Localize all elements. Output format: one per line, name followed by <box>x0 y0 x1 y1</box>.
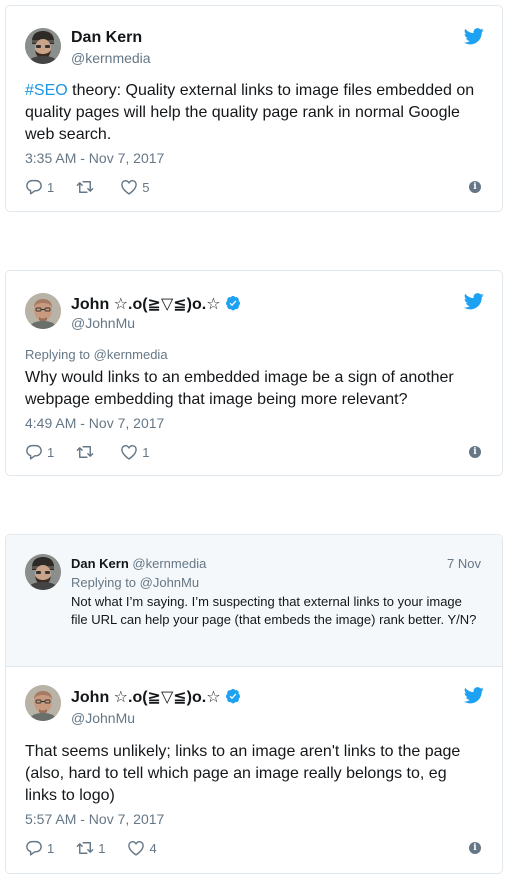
verified-badge-icon <box>225 688 241 704</box>
timestamp[interactable]: 5:57 AM - Nov 7, 2017 <box>25 811 164 827</box>
twitter-bird-icon[interactable] <box>464 293 484 310</box>
tweet-text: #SEO theory: Quality external links to i… <box>25 80 485 146</box>
author-name[interactable]: Dan Kern <box>71 29 142 47</box>
avatar[interactable] <box>25 293 61 329</box>
retweet-icon <box>76 178 94 196</box>
like-count: 1 <box>142 444 150 460</box>
heart-icon <box>120 178 138 196</box>
timestamp[interactable]: 3:35 AM - Nov 7, 2017 <box>25 150 164 166</box>
info-icon[interactable]: i <box>469 446 481 458</box>
heart-icon <box>120 443 138 461</box>
author-name-text: John ☆.o(≧▽≦)o.☆ <box>71 689 221 706</box>
retweet-button[interactable] <box>76 178 98 196</box>
tweet-card: John ☆.o(≧▽≦)o.☆ @JohnMu Replying to @ke… <box>5 270 503 476</box>
like-button[interactable]: 5 <box>120 178 149 196</box>
author-handle[interactable]: @kernmedia <box>71 50 151 66</box>
replying-to[interactable]: Replying to @kernmedia <box>25 347 168 362</box>
like-button[interactable]: 4 <box>127 839 157 857</box>
avatar[interactable] <box>25 685 61 721</box>
replying-to[interactable]: Replying to @JohnMu <box>71 575 199 590</box>
action-bar: 1 1 4 <box>25 838 179 858</box>
tweet-card: Dan Kern @kernmedia #SEO theory: Quality… <box>5 5 503 212</box>
author-name-text: John ☆.o(≧▽≦)o.☆ <box>71 296 221 313</box>
timestamp[interactable]: 4:49 AM - Nov 7, 2017 <box>25 415 164 431</box>
reply-count: 1 <box>47 179 55 195</box>
tweet-card: Dan Kern @kernmedia 7 Nov Replying to @J… <box>5 534 503 874</box>
reply-button[interactable]: 1 <box>25 443 54 461</box>
retweet-button[interactable] <box>76 443 98 461</box>
reply-button[interactable]: 1 <box>25 178 54 196</box>
twitter-bird-icon[interactable] <box>464 687 484 704</box>
avatar[interactable] <box>25 28 61 64</box>
author-handle[interactable]: @JohnMu <box>71 315 135 331</box>
parent-text: Not what I’m saying. I’m suspecting that… <box>71 594 477 627</box>
verified-badge-icon <box>225 295 241 311</box>
retweet-count: 1 <box>98 840 106 856</box>
reply-icon <box>25 443 43 461</box>
retweet-icon <box>76 839 94 857</box>
info-icon[interactable]: i <box>469 181 481 193</box>
like-count: 5 <box>142 179 150 195</box>
tweet-text: Why would links to an embedded image be … <box>25 369 454 408</box>
retweet-button[interactable]: 1 <box>76 839 105 857</box>
like-count: 4 <box>149 840 157 856</box>
action-bar: 1 1 <box>25 442 171 462</box>
action-bar: 1 5 <box>25 177 171 197</box>
author-handle[interactable]: @JohnMu <box>71 710 135 726</box>
reply-icon <box>25 839 43 857</box>
reply-count: 1 <box>47 444 55 460</box>
avatar[interactable] <box>25 554 61 590</box>
like-button[interactable]: 1 <box>120 443 149 461</box>
parent-author[interactable]: Dan Kern @kernmedia <box>71 556 206 571</box>
reply-icon <box>25 178 43 196</box>
parent-tweet[interactable]: Dan Kern @kernmedia 7 Nov Replying to @J… <box>6 535 502 667</box>
reply-count: 1 <box>47 840 55 856</box>
heart-icon <box>127 839 145 857</box>
twitter-bird-icon[interactable] <box>464 28 484 45</box>
parent-author-name: Dan Kern <box>71 556 129 571</box>
parent-author-handle: @kernmedia <box>132 556 207 571</box>
author-name[interactable]: John ☆.o(≧▽≦)o.☆ <box>71 687 241 707</box>
hashtag-link[interactable]: #SEO <box>25 82 68 99</box>
tweet-text: That seems unlikely; links to an image a… <box>25 743 461 804</box>
retweet-icon <box>76 443 94 461</box>
reply-button[interactable]: 1 <box>25 839 54 857</box>
info-icon[interactable]: i <box>469 842 481 854</box>
parent-date[interactable]: 7 Nov <box>447 556 481 571</box>
tweet-text-body: theory: Quality external links to image … <box>25 82 475 143</box>
author-name[interactable]: John ☆.o(≧▽≦)o.☆ <box>71 294 241 314</box>
